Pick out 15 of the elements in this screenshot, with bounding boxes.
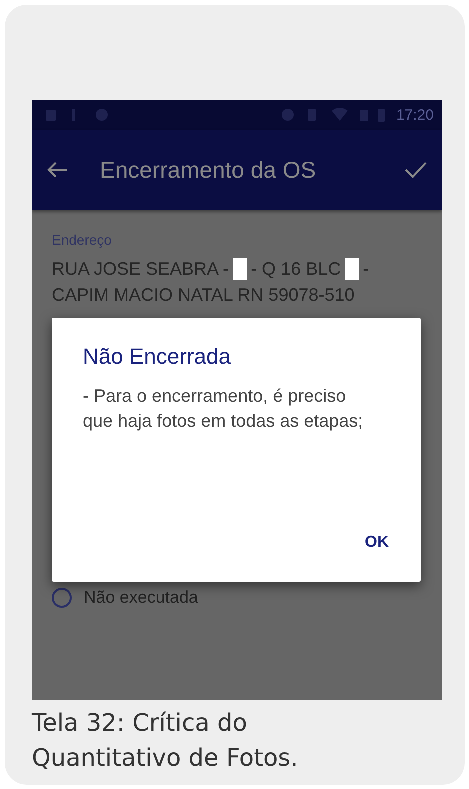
redaction-block [233, 258, 248, 280]
status-time: 17:20 [396, 106, 434, 124]
radio-button[interactable] [52, 588, 72, 608]
screen-title: Encerramento da OS [99, 156, 318, 184]
redaction-block [345, 258, 360, 280]
dialog-title: Não Encerrada [83, 344, 232, 370]
ok-button[interactable]: OK [359, 530, 395, 556]
checkmark-icon[interactable] [404, 161, 428, 179]
address-text: CAPIM MACIO NATAL RN 59078-510 [52, 284, 355, 307]
back-arrow-icon[interactable] [46, 161, 68, 179]
figure-caption: Tela 32: Crítica do Quantitativo de Fotos. [32, 708, 300, 774]
address-text: RUA JOSE SEABRA - [52, 258, 230, 281]
dialog-message: - Para o encerramento, é preciso que haja fotos em todas as etapas; [83, 385, 364, 433]
address-text: - Q 16 BLC [251, 258, 342, 281]
address-text: - [363, 258, 370, 281]
